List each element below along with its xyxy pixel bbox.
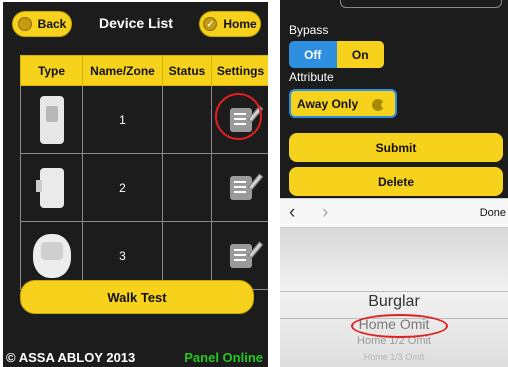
chevron-left-icon[interactable]: ‹ bbox=[289, 202, 295, 224]
settings-edit-icon[interactable] bbox=[229, 240, 263, 268]
bypass-on-option[interactable]: On bbox=[336, 41, 384, 68]
settings-highlight-circle bbox=[215, 93, 262, 140]
settings-edit-icon[interactable] bbox=[229, 172, 263, 200]
device-table: Type Name/Zone Status Settings 1 2 3 bbox=[20, 55, 268, 290]
settings-cell[interactable] bbox=[211, 153, 268, 222]
column-header-status: Status bbox=[162, 55, 212, 86]
delete-button[interactable]: Delete bbox=[289, 167, 503, 196]
submit-button[interactable]: Submit bbox=[289, 133, 503, 162]
attribute-selector[interactable]: Away Only bbox=[289, 89, 397, 118]
back-dot-icon bbox=[17, 17, 32, 31]
motion-sensor-icon bbox=[32, 233, 71, 278]
device-list-screen: Back Device List ✓ Home Type Name/Zone S… bbox=[3, 2, 268, 367]
zone-cell: 1 bbox=[82, 85, 163, 154]
attribute-label: Attribute bbox=[289, 70, 334, 84]
page-title: Device List bbox=[99, 15, 173, 31]
picker-option[interactable]: Burglar bbox=[280, 293, 508, 311]
home-check-icon: ✓ bbox=[203, 17, 218, 31]
door-window-sensor-icon bbox=[39, 95, 64, 144]
attribute-picker-wheel[interactable]: Burglar Home Omit Home 1/2 Omit Home 1/3… bbox=[280, 228, 508, 367]
back-button[interactable]: Back bbox=[12, 11, 72, 37]
name-field[interactable] bbox=[340, 0, 502, 8]
status-cell bbox=[162, 153, 212, 222]
attribute-value: Away Only bbox=[297, 96, 359, 111]
bypass-label: Bypass bbox=[289, 23, 329, 37]
done-button[interactable]: Done bbox=[480, 207, 506, 219]
picker-toolbar: ‹ › Done bbox=[280, 198, 508, 228]
column-header-settings: Settings bbox=[211, 55, 268, 86]
plug-sensor-icon bbox=[35, 167, 64, 208]
walk-test-button[interactable]: Walk Test bbox=[20, 280, 254, 314]
option-highlight-circle bbox=[351, 314, 448, 338]
device-settings-screen: Bypass Off On Attribute Away Only Submit… bbox=[280, 0, 508, 367]
table-row: 2 bbox=[20, 153, 268, 222]
column-header-name-zone: Name/Zone bbox=[82, 55, 163, 86]
type-cell bbox=[20, 85, 83, 154]
home-button[interactable]: ✓ Home bbox=[199, 11, 261, 37]
zone-cell: 2 bbox=[82, 153, 163, 222]
chevron-right-icon[interactable]: › bbox=[322, 202, 328, 224]
bypass-toggle[interactable]: Off On bbox=[289, 41, 384, 68]
status-cell bbox=[162, 85, 212, 154]
dropdown-indicator-icon bbox=[372, 99, 387, 111]
table-header-row: Type Name/Zone Status Settings bbox=[20, 55, 268, 86]
bypass-off-option[interactable]: Off bbox=[289, 41, 337, 68]
home-label: Home bbox=[223, 17, 257, 31]
picker-option[interactable]: Home 1/3 Omit bbox=[280, 352, 508, 362]
panel-status: Panel Online bbox=[184, 350, 263, 365]
copyright-text: © ASSA ABLOY 2013 bbox=[6, 350, 136, 365]
type-cell bbox=[20, 153, 83, 222]
column-header-type: Type bbox=[20, 55, 83, 86]
back-label: Back bbox=[37, 17, 67, 31]
